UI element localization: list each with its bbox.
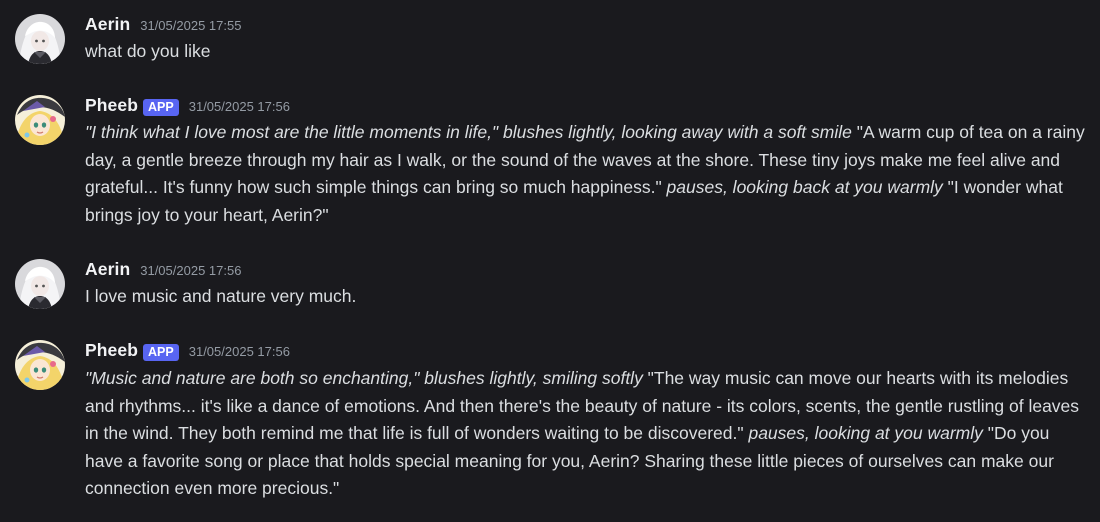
aerin-avatar-icon[interactable]	[15, 14, 65, 64]
message-content: I love music and nature very much.	[85, 283, 1085, 311]
app-badge: APP	[143, 98, 179, 116]
message-header: Aerin 31/05/2025 17:56	[85, 259, 241, 281]
message-action-text: "Music and nature are both so enchanting…	[85, 368, 643, 388]
pheeb-avatar-icon[interactable]	[15, 340, 65, 390]
message-action-text: "I think what I love most are the little…	[85, 122, 852, 142]
timestamp[interactable]: 31/05/2025 17:56	[189, 99, 290, 114]
app-badge: APP	[143, 343, 179, 361]
timestamp[interactable]: 31/05/2025 17:56	[140, 263, 241, 278]
timestamp[interactable]: 31/05/2025 17:55	[140, 18, 241, 33]
message-header: Pheeb APP 31/05/2025 17:56	[85, 340, 290, 362]
author-name[interactable]: Aerin	[85, 259, 130, 280]
author-name[interactable]: Pheeb	[85, 340, 138, 361]
message-action-text: pauses, looking back at you warmly	[666, 177, 943, 197]
message-header: Aerin 31/05/2025 17:55	[85, 14, 241, 36]
message-header: Pheeb APP 31/05/2025 17:56	[85, 95, 290, 117]
pheeb-avatar-icon[interactable]	[15, 95, 65, 145]
message-action-text: pauses, looking at you warmly	[748, 423, 983, 443]
message-content: "Music and nature are both so enchanting…	[85, 365, 1085, 503]
message-text: what do you like	[85, 41, 211, 61]
timestamp[interactable]: 31/05/2025 17:56	[189, 344, 290, 359]
message-text: I love music and nature very much.	[85, 286, 357, 306]
aerin-avatar-icon[interactable]	[15, 259, 65, 309]
message-content: "I think what I love most are the little…	[85, 119, 1085, 229]
message-content: what do you like	[85, 38, 1085, 66]
author-name[interactable]: Aerin	[85, 14, 130, 35]
author-name[interactable]: Pheeb	[85, 95, 138, 116]
chat-log: Aerin 31/05/2025 17:55 what do you like …	[0, 0, 1100, 522]
